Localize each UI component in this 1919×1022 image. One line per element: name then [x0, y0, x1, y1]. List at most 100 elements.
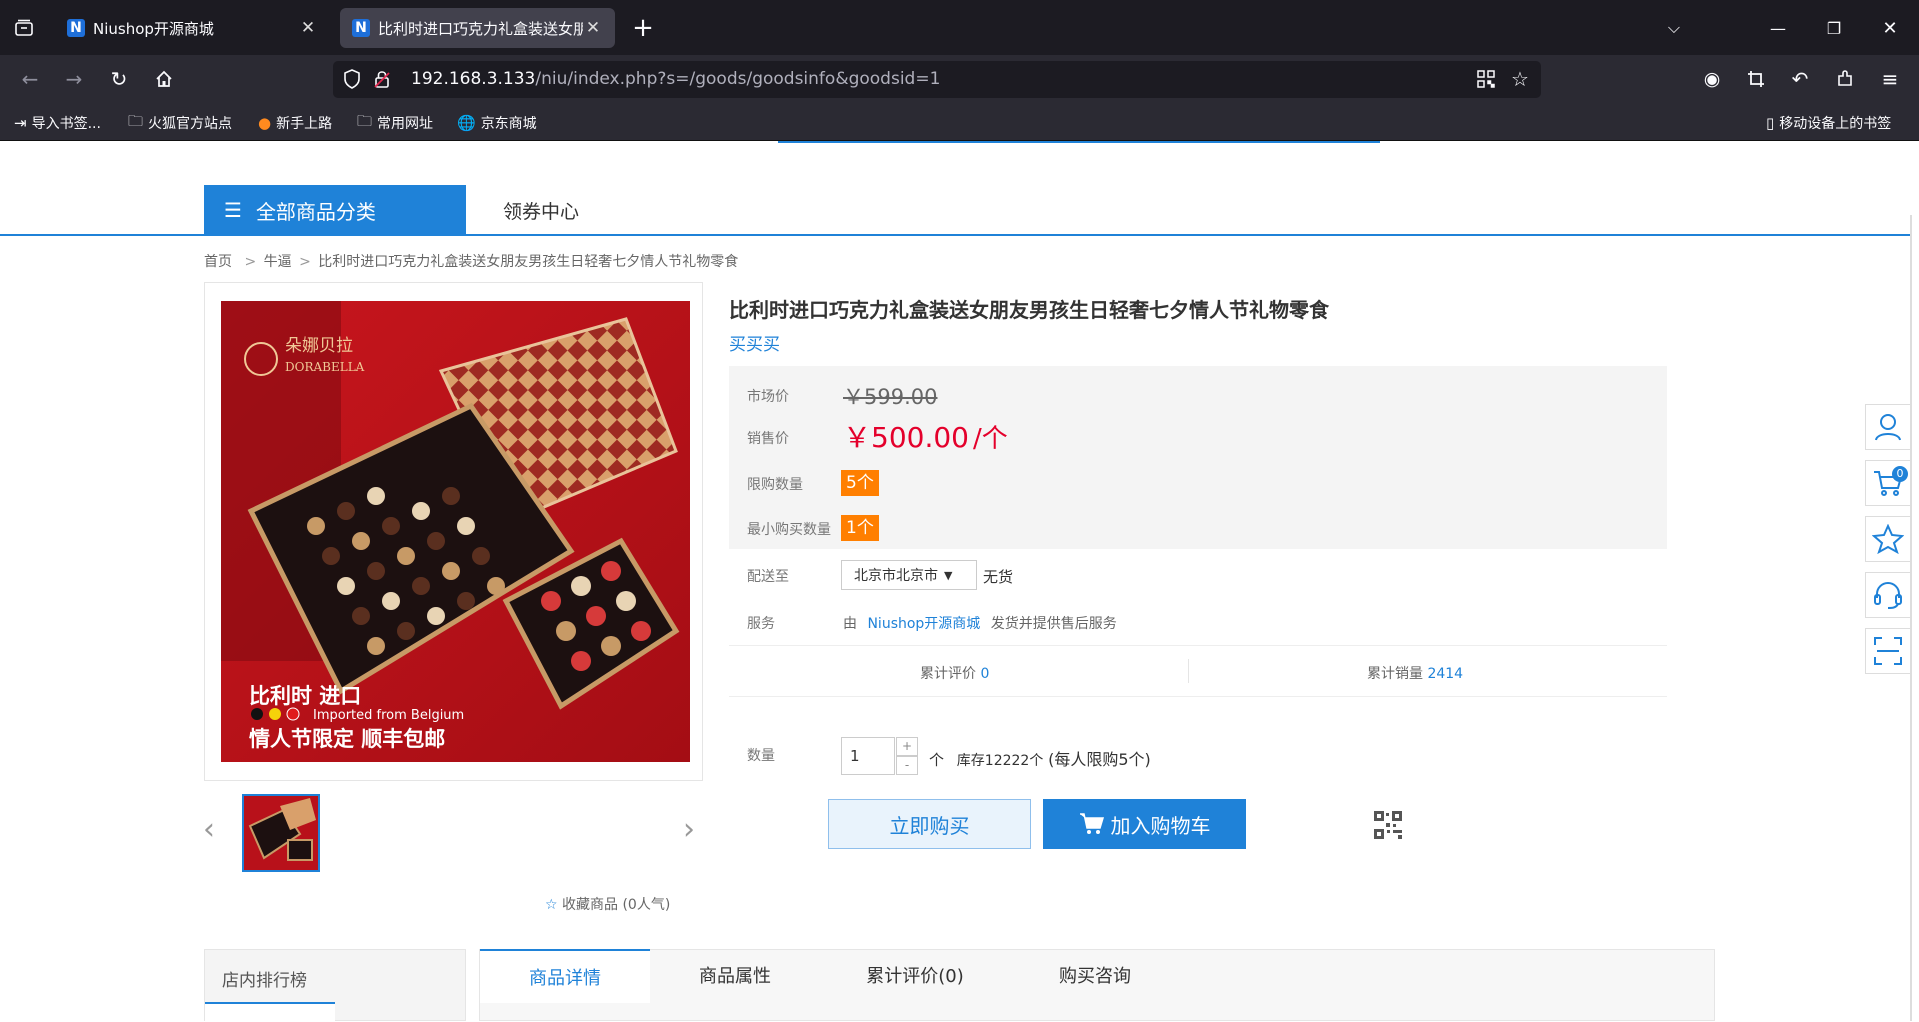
- tab-overview-icon[interactable]: [6, 10, 42, 46]
- back-icon[interactable]: ←: [12, 61, 48, 97]
- stats-divider: [1188, 659, 1189, 683]
- home-icon[interactable]: [146, 61, 182, 97]
- folder-icon: 🗀: [357, 111, 373, 130]
- sidebar-user-button[interactable]: [1865, 404, 1911, 450]
- user-icon: [1875, 414, 1901, 441]
- nav-underline: [0, 234, 1910, 236]
- mobile-icon: ▯: [1766, 114, 1775, 132]
- product-subtitle: 买买买: [729, 335, 780, 355]
- list-tabs-chevron-icon[interactable]: ⌵: [1656, 10, 1692, 46]
- bookmark-mobile[interactable]: ▯ 移动设备上的书签: [1766, 110, 1891, 136]
- tab-reviews[interactable]: 累计评价(0): [830, 949, 1000, 1001]
- firefox-icon: ●: [258, 114, 272, 132]
- new-tab-icon[interactable]: +: [625, 10, 661, 46]
- sale-price-label: 销售价: [747, 431, 789, 447]
- add-to-cart-button[interactable]: 加入购物车: [1043, 799, 1246, 849]
- tracking-shield-icon[interactable]: [343, 69, 361, 94]
- image-caption-1: 比利时 进口: [249, 684, 361, 708]
- browser-tab-2-active[interactable]: N 比利时进口巧克力礼盒装送女朋 ✕: [340, 8, 615, 48]
- menu-icon: ☰: [224, 198, 242, 222]
- service-label: 服务: [747, 616, 775, 632]
- breadcrumb: 首页 > 牛逼 > 比利时进口巧克力礼盒装送女朋友男孩生日轻奢七夕情人节礼物零食: [204, 254, 739, 270]
- all-categories-button[interactable]: ☰ 全部商品分类: [204, 185, 466, 235]
- mobile-qr-code-icon[interactable]: [1374, 811, 1402, 839]
- review-count[interactable]: 累计评价 0: [920, 663, 989, 683]
- min-qty-badge: 1个: [841, 515, 879, 541]
- niushop-favicon-icon: N: [67, 19, 85, 37]
- purchase-limit-badge: 5个: [841, 470, 879, 496]
- qr-code-icon[interactable]: [1476, 69, 1496, 94]
- ship-to-label: 配送至: [747, 569, 789, 585]
- sidebar-service-button[interactable]: [1865, 572, 1911, 618]
- tab-title: 比利时进口巧克力礼盒装送女朋: [378, 19, 583, 38]
- favorite-product-button[interactable]: ☆ 收藏商品 (0人气): [545, 894, 670, 914]
- brand-name-cn: 朵娜贝拉: [285, 336, 353, 356]
- headset-icon: [1874, 582, 1902, 609]
- scan-icon: [1874, 637, 1902, 665]
- store-ranking-panel: 店内排行榜: [204, 949, 466, 1022]
- tab-product-attributes[interactable]: 商品属性: [650, 949, 820, 1001]
- breadcrumb-home[interactable]: 首页: [204, 254, 232, 270]
- stock-info: 个 库存12222个 (每人限购5个): [929, 750, 1151, 769]
- product-main-image[interactable]: 朵娜贝拉 DORABELLA 比利时 进口 Imported from Belg…: [221, 301, 690, 762]
- sidebar-scan-button[interactable]: [1865, 628, 1911, 674]
- tab-product-details[interactable]: 商品详情: [480, 949, 650, 1003]
- close-tab-icon[interactable]: ✕: [583, 18, 603, 38]
- bookmark-firefox-site[interactable]: 🗀 火狐官方站点: [128, 110, 232, 136]
- sidebar-cart-button[interactable]: 0: [1865, 460, 1911, 506]
- sales-count: 累计销量 2414: [1367, 666, 1464, 682]
- quantity-decrease-button[interactable]: -: [896, 756, 918, 775]
- globe-icon: 🌐: [457, 114, 476, 132]
- url-path: /niu/index.php?s=/goods/goodsinfo&goodsi…: [535, 69, 941, 89]
- bookmark-common-sites[interactable]: 🗀 常用网址: [357, 110, 433, 136]
- market-price: ￥599.00: [843, 385, 938, 409]
- store-ranking-title: 店内排行榜: [222, 971, 307, 991]
- min-qty-label: 最小购买数量: [747, 522, 831, 538]
- restore-icon[interactable]: ❐: [1816, 10, 1852, 46]
- quantity-input[interactable]: 1: [841, 737, 895, 775]
- undo-icon[interactable]: ↶: [1782, 61, 1818, 97]
- sidebar-favorites-button[interactable]: [1865, 516, 1911, 562]
- forward-icon[interactable]: →: [56, 61, 92, 97]
- ranking-tab-active[interactable]: [205, 1002, 335, 1022]
- folder-icon: 🗀: [128, 111, 144, 130]
- browser-tab-1[interactable]: N Niushop开源商城 ✕: [55, 8, 330, 48]
- quantity-increase-button[interactable]: +: [896, 737, 918, 756]
- region-select[interactable]: 北京市北京市 ▼: [841, 560, 977, 590]
- address-bar[interactable]: 192.168.3.133/niu/index.php?s=/goods/goo…: [333, 61, 1541, 98]
- product-thumbnail[interactable]: [242, 794, 320, 872]
- image-caption-2: Imported from Belgium: [313, 708, 464, 723]
- header-accent-line: [778, 141, 1380, 143]
- bookmark-star-icon[interactable]: ☆: [1511, 67, 1529, 91]
- bookmark-getting-started[interactable]: ● 新手上路: [258, 110, 332, 136]
- breadcrumb-category[interactable]: 牛逼: [264, 254, 292, 270]
- chevron-down-icon: ▼: [944, 568, 953, 582]
- product-title: 比利时进口巧克力礼盒装送女朋友男孩生日轻奢七夕情人节礼物零食: [729, 298, 1329, 322]
- buy-now-button[interactable]: 立即购买: [828, 799, 1031, 849]
- market-price-label: 市场价: [747, 389, 789, 405]
- breadcrumb-current[interactable]: 比利时进口巧克力礼盒装送女朋友男孩生日轻奢七夕情人节礼物零食: [318, 254, 738, 270]
- purchase-limit-label: 限购数量: [747, 477, 803, 493]
- niushop-favicon-icon: N: [352, 19, 370, 37]
- cart-icon: [1079, 813, 1104, 834]
- app-menu-icon[interactable]: ≡: [1872, 61, 1908, 97]
- thumb-next-arrow-icon[interactable]: ›: [683, 812, 695, 847]
- store-link[interactable]: Niushop开源商城: [867, 616, 980, 632]
- tab-title: Niushop开源商城: [93, 19, 214, 38]
- insecure-lock-icon[interactable]: [373, 69, 391, 94]
- cart-count-badge: 0: [1892, 466, 1908, 482]
- close-window-icon[interactable]: ✕: [1872, 10, 1908, 46]
- screenshot-crop-icon[interactable]: [1738, 61, 1774, 97]
- reload-icon[interactable]: ↻: [101, 61, 137, 97]
- extensions-icon[interactable]: [1827, 61, 1863, 97]
- thumb-prev-arrow-icon[interactable]: ‹: [203, 812, 215, 847]
- coupon-center-link[interactable]: 领券中心: [503, 197, 579, 224]
- page-scrollbar[interactable]: [1910, 215, 1912, 1021]
- minimize-icon[interactable]: —: [1760, 10, 1796, 46]
- image-caption-3: 情人节限定 顺丰包邮: [249, 727, 445, 751]
- close-tab-icon[interactable]: ✕: [298, 18, 318, 38]
- bookmark-jd[interactable]: 🌐 京东商城: [457, 110, 537, 136]
- tab-consultation[interactable]: 购买咨询: [1010, 949, 1180, 1001]
- account-icon[interactable]: ◉: [1694, 61, 1730, 97]
- bookmark-import[interactable]: ⇥ 导入书签...: [14, 110, 101, 136]
